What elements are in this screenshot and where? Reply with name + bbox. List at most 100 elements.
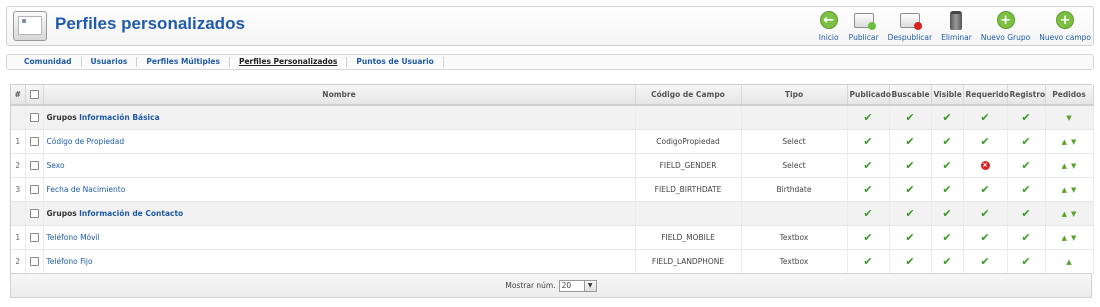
checkmark-icon[interactable]: ✔ — [863, 232, 872, 243]
checkmark-icon[interactable]: ✔ — [942, 160, 951, 171]
select-all-checkbox[interactable] — [29, 90, 39, 100]
checkmark-icon[interactable]: ✔ — [942, 256, 951, 267]
cell-required: ✔ — [963, 201, 1008, 226]
cell-select — [25, 177, 44, 202]
checkmark-icon[interactable]: ✔ — [942, 232, 951, 243]
col-code[interactable]: Código de Campo — [635, 85, 742, 106]
field-name-link[interactable]: Teléfono Móvil — [43, 225, 636, 250]
checkmark-icon[interactable]: ✔ — [1021, 256, 1030, 267]
checkmark-icon[interactable]: ✔ — [863, 256, 872, 267]
eliminar-button[interactable]: Eliminar — [941, 10, 972, 44]
checkmark-icon[interactable]: ✔ — [905, 160, 914, 171]
field-name-link[interactable]: Código de Propiedad — [43, 129, 636, 154]
checkmark-icon[interactable]: ✔ — [863, 208, 872, 219]
move-down-icon[interactable]: ▼ — [1071, 234, 1076, 242]
cell-ordering: ▲ ▼ — [1045, 177, 1094, 202]
checkmark-icon[interactable]: ✔ — [1021, 160, 1030, 171]
move-down-icon[interactable]: ▼ — [1071, 186, 1076, 194]
row-checkbox[interactable] — [29, 232, 39, 242]
nuevo-campo-button[interactable]: + Nuevo campo — [1039, 10, 1091, 44]
cell-published: ✔ — [847, 225, 890, 250]
unpublished-x-icon[interactable]: × — [980, 161, 990, 170]
checkmark-icon[interactable]: ✔ — [980, 112, 989, 123]
group-row: Grupos Información Básica ✔ ✔ ✔ ✔ ✔ ▼ — [11, 105, 1094, 130]
checkmark-icon[interactable]: ✔ — [980, 208, 989, 219]
col-required[interactable]: Requerido — [963, 85, 1009, 106]
limit-select[interactable]: 20 ▼ — [558, 279, 597, 292]
move-up-icon[interactable]: ▲ — [1062, 210, 1067, 218]
checkmark-icon[interactable]: ✔ — [942, 136, 951, 147]
checkmark-icon[interactable]: ✔ — [980, 256, 989, 267]
checkmark-icon[interactable]: ✔ — [942, 112, 951, 123]
col-visible[interactable]: Visible — [931, 85, 964, 106]
col-ordering[interactable]: Pedidos — [1045, 85, 1094, 106]
checkmark-icon[interactable]: ✔ — [1021, 112, 1030, 123]
move-down-icon[interactable]: ▼ — [1071, 210, 1076, 218]
checkmark-icon[interactable]: ✔ — [863, 112, 872, 123]
move-up-icon[interactable]: ▲ — [1062, 186, 1067, 194]
row-checkbox[interactable] — [29, 256, 39, 266]
tab-perfiles-personalizados[interactable]: Perfiles Personalizados — [230, 57, 348, 67]
publicar-button[interactable]: Publicar — [849, 10, 879, 44]
col-name[interactable]: Nombre — [43, 85, 636, 106]
despublicar-button[interactable]: Despublicar — [888, 10, 932, 44]
checkmark-icon[interactable]: ✔ — [1021, 184, 1030, 195]
move-up-icon[interactable]: ▲ — [1062, 138, 1067, 146]
checkmark-icon[interactable]: ✔ — [1021, 208, 1030, 219]
nuevo-grupo-button[interactable]: + Nuevo Grupo — [981, 10, 1030, 44]
checkmark-icon[interactable]: ✔ — [980, 184, 989, 195]
row-checkbox[interactable] — [29, 184, 39, 194]
field-name-link[interactable]: Teléfono Fijo — [43, 249, 636, 274]
move-down-icon[interactable]: ▼ — [1071, 162, 1076, 170]
cell-required: ✔ — [963, 225, 1008, 250]
fields-table: # Nombre Código de Campo Tipo Publicado … — [10, 84, 1094, 298]
checkmark-icon[interactable]: ✔ — [942, 184, 951, 195]
checkmark-icon[interactable]: ✔ — [905, 256, 914, 267]
move-up-icon[interactable]: ▲ — [1062, 234, 1067, 242]
checkmark-icon[interactable]: ✔ — [905, 208, 914, 219]
field-name-link[interactable]: Fecha de Nacimiento — [43, 177, 636, 202]
checkmark-icon[interactable]: ✔ — [863, 184, 872, 195]
checkmark-icon[interactable]: ✔ — [1021, 136, 1030, 147]
field-name-link[interactable]: Sexo — [43, 153, 636, 178]
plus-circle-icon: + — [996, 11, 1015, 29]
cell-select — [25, 153, 44, 178]
move-up-icon[interactable]: ▲ — [1066, 258, 1071, 266]
checkmark-icon[interactable]: ✔ — [905, 136, 914, 147]
tab-comunidad[interactable]: Comunidad — [15, 57, 82, 67]
checkmark-icon[interactable]: ✔ — [863, 136, 872, 147]
checkmark-icon[interactable]: ✔ — [905, 112, 914, 123]
table-row: 3 Fecha de Nacimiento FIELD_BIRTHDATE Birth… — [11, 177, 1094, 202]
checkmark-icon[interactable]: ✔ — [942, 208, 951, 219]
checkmark-icon[interactable]: ✔ — [863, 160, 872, 171]
group-name-link[interactable]: Información de Contacto — [79, 209, 183, 218]
group-label: Grupos — [46, 112, 77, 122]
col-registration[interactable]: Registro — [1007, 85, 1046, 106]
checkmark-icon[interactable]: ✔ — [905, 232, 914, 243]
cell-type — [741, 201, 848, 226]
row-checkbox[interactable] — [29, 136, 39, 146]
row-checkbox[interactable] — [29, 160, 39, 170]
tab-perfiles-multiples[interactable]: Perfiles Múltiples — [137, 57, 230, 67]
checkmark-icon[interactable]: ✔ — [980, 232, 989, 243]
col-searchable[interactable]: Buscable — [889, 85, 932, 106]
col-published[interactable]: Publicado — [847, 85, 891, 106]
limit-select-value: 20 — [561, 281, 572, 290]
cell-registration: ✔ — [1007, 177, 1046, 202]
inicio-button[interactable]: ← Inicio — [818, 10, 840, 44]
tab-usuarios[interactable]: Usuarios — [82, 57, 138, 67]
cell-published: ✔ — [847, 177, 890, 202]
col-type[interactable]: Tipo — [741, 85, 848, 106]
checkmark-icon[interactable]: ✔ — [1021, 232, 1030, 243]
checkmark-icon[interactable]: ✔ — [980, 136, 989, 147]
checkmark-icon[interactable]: ✔ — [905, 184, 914, 195]
move-down-icon[interactable]: ▼ — [1066, 114, 1071, 122]
row-checkbox[interactable] — [29, 208, 39, 218]
row-checkbox[interactable] — [29, 113, 39, 122]
move-down-icon[interactable]: ▼ — [1071, 138, 1076, 146]
group-name-link[interactable]: Información Básica — [79, 113, 160, 122]
move-up-icon[interactable]: ▲ — [1062, 162, 1067, 170]
arrow-left-circle-icon: ← — [819, 11, 838, 29]
tab-puntos-de-usuario[interactable]: Puntos de Usuario — [347, 57, 444, 67]
col-select-all — [25, 85, 44, 106]
